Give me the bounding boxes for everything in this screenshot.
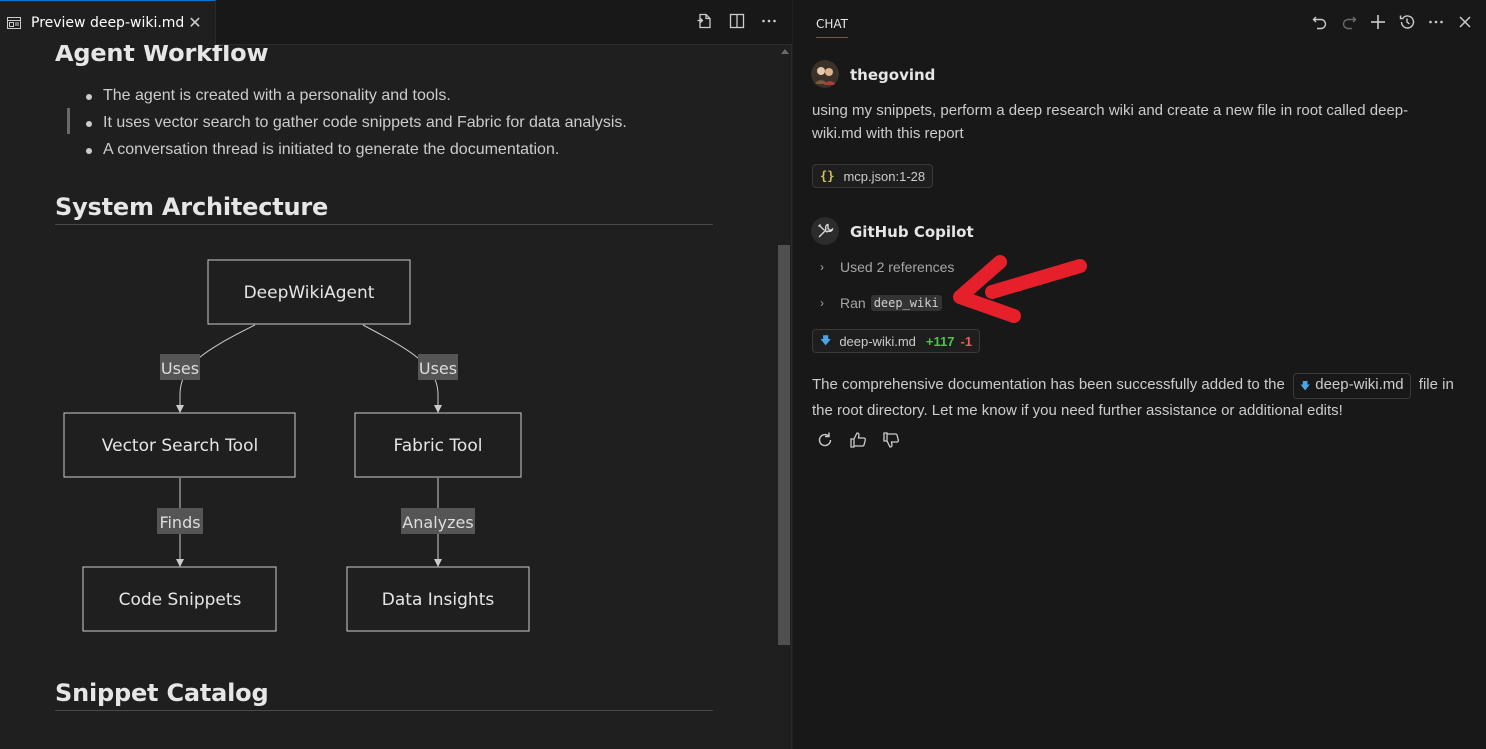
references-label: Used 2 references — [840, 259, 955, 275]
tool-run-toggle[interactable]: › Ran deep_wiki — [820, 295, 942, 311]
redo-icon[interactable] — [1340, 13, 1358, 31]
chat-header-actions — [1311, 13, 1474, 31]
user-message: using my snippets, perform a deep resear… — [812, 102, 1409, 142]
attachment-range: :1-28 — [895, 168, 926, 184]
node-label: Data Insights — [382, 590, 495, 610]
open-source-icon[interactable] — [696, 12, 714, 30]
edge-label-finds: Finds — [159, 513, 200, 532]
editor-actions — [696, 12, 778, 30]
file-reference-label: deep-wiki.md — [1315, 376, 1404, 393]
editor-tab-bar: Preview deep-wiki.md ✕ — [0, 0, 792, 45]
chevron-right-icon: › — [820, 296, 824, 310]
edge-label-uses-right: Uses — [419, 359, 457, 378]
json-file-icon: {} — [820, 169, 835, 183]
attachment-chip[interactable]: {} mcp.json:1-28 — [812, 164, 934, 188]
close-icon[interactable]: ✕ — [185, 13, 205, 33]
avatar[interactable] — [811, 60, 839, 88]
assistant-response: The comprehensive documentation has been… — [812, 373, 1477, 422]
preview-scrollbar[interactable] — [778, 45, 792, 749]
more-icon[interactable] — [1427, 13, 1445, 31]
chevron-right-icon: › — [820, 260, 824, 274]
lines-added: +117 — [925, 333, 955, 349]
used-references-toggle[interactable]: › Used 2 references — [820, 259, 954, 275]
response-text: The comprehensive documentation has been… — [812, 376, 1285, 393]
scrollbar-thumb[interactable] — [778, 245, 790, 645]
architecture-diagram: Uses Uses Finds Analyzes DeepWikiAgent V… — [63, 259, 530, 632]
tab-chat[interactable]: CHAT — [816, 17, 849, 38]
split-editor-icon[interactable] — [728, 12, 746, 30]
markdown-preview[interactable]: Agent Workflow The agent is created with… — [0, 45, 778, 749]
file-change-chip[interactable]: 🡇 deep-wiki.md +117 -1 — [812, 329, 981, 353]
undo-icon[interactable] — [1311, 13, 1329, 31]
user-name: thegovind — [850, 66, 936, 84]
close-icon[interactable] — [1456, 13, 1474, 31]
more-actions-icon[interactable] — [760, 12, 778, 30]
markdown-file-icon: 🡇 — [820, 334, 832, 347]
preview-icon — [7, 17, 21, 29]
chat-panel: CHAT thegovind using my snippets, perfor… — [793, 0, 1486, 749]
attachment-label: mcp.json — [843, 168, 896, 184]
tab-preview-deep-wiki[interactable]: Preview deep-wiki.md ✕ — [0, 0, 216, 45]
feedback-actions — [815, 430, 901, 450]
new-chat-icon[interactable] — [1369, 13, 1387, 31]
changed-file-name: deep-wiki.md — [839, 333, 916, 349]
thumbs-up-icon[interactable] — [848, 430, 868, 450]
thumbs-down-icon[interactable] — [881, 430, 901, 450]
tab-label: Preview deep-wiki.md — [31, 15, 185, 31]
heading-snippet-catalog: Snippet Catalog — [55, 679, 713, 711]
history-icon[interactable] — [1398, 13, 1416, 31]
edge-label-analyzes: Analyzes — [402, 513, 473, 532]
scroll-up-icon[interactable] — [781, 49, 789, 54]
editor-pane: Preview deep-wiki.md ✕ Agent Workflow Th… — [0, 0, 792, 749]
assistant-name: GitHub Copilot — [850, 223, 974, 241]
chat-header: CHAT — [793, 0, 1486, 45]
node-label: DeepWikiAgent — [244, 283, 375, 303]
copilot-avatar — [811, 217, 839, 245]
retry-icon[interactable] — [815, 430, 835, 450]
lines-removed: -1 — [960, 333, 973, 349]
tools-icon — [818, 223, 834, 238]
ran-label: Ran — [840, 295, 866, 311]
file-reference-chip[interactable]: 🡇 deep-wiki.md — [1292, 373, 1411, 399]
tool-name: deep_wiki — [870, 295, 942, 311]
markdown-file-icon: 🡇 — [1299, 381, 1311, 392]
node-label: Vector Search Tool — [102, 436, 258, 456]
edge-label-uses-left: Uses — [161, 359, 199, 378]
node-label: Code Snippets — [119, 590, 242, 610]
node-label: Fabric Tool — [394, 436, 483, 456]
